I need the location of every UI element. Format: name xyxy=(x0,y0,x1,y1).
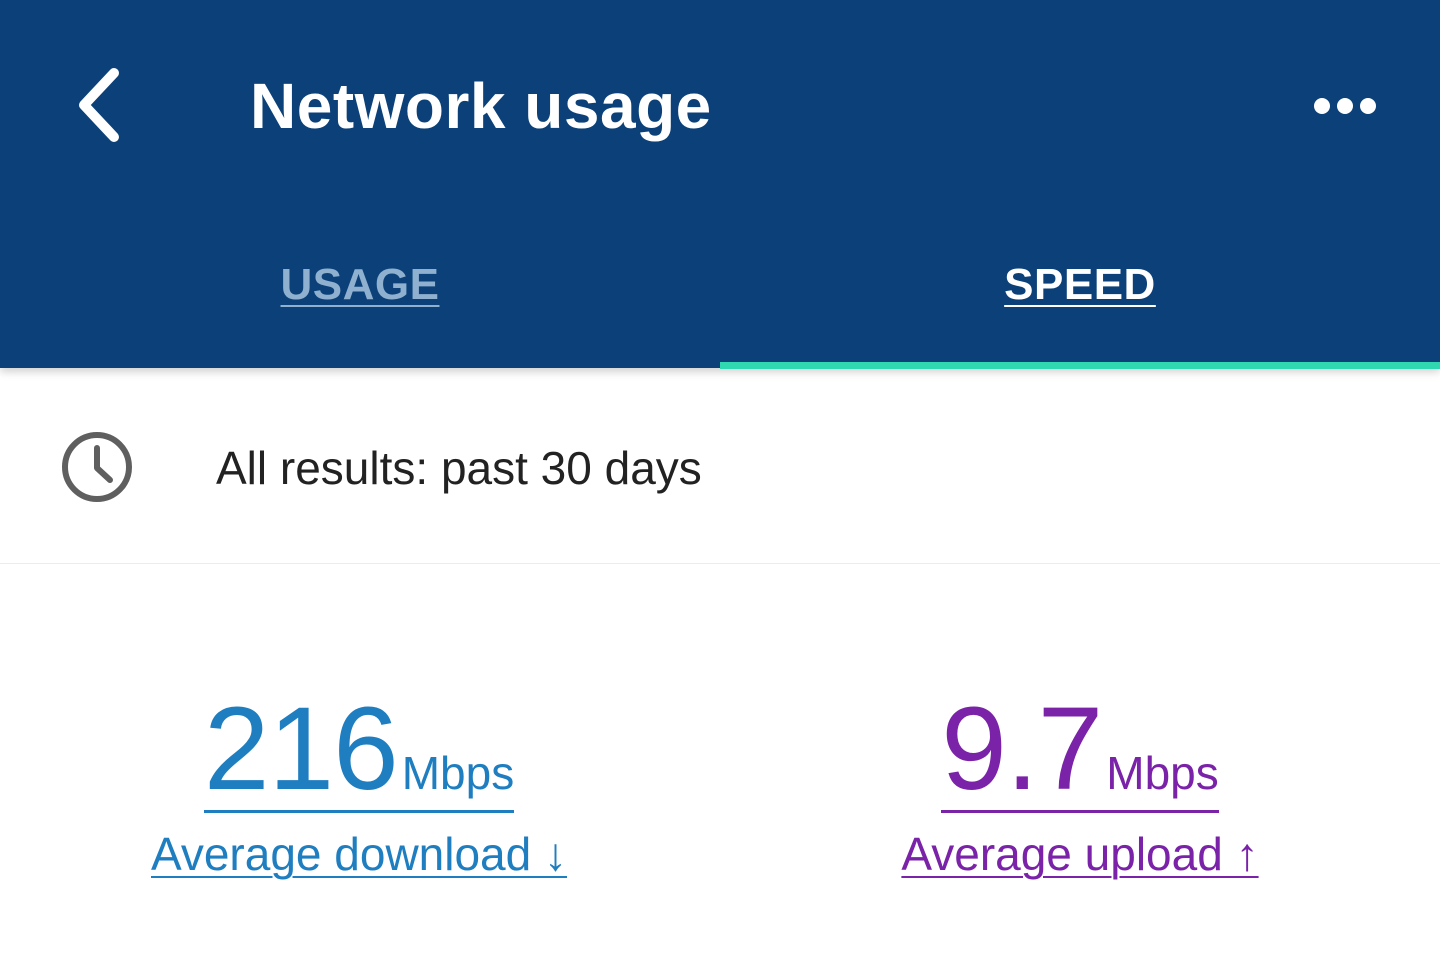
tab-speed-label: SPEED xyxy=(1004,260,1156,309)
average-upload-metric: 9.7Mbps Average upload ↑ xyxy=(720,690,1440,881)
download-unit: Mbps xyxy=(401,747,515,799)
upload-value: 9.7 xyxy=(941,683,1103,815)
upload-value-link[interactable]: 9.7Mbps xyxy=(941,690,1219,813)
average-download-link[interactable]: Average download ↓ xyxy=(151,827,567,881)
average-download-metric: 216Mbps Average download ↓ xyxy=(0,690,720,881)
tab-usage-label: USAGE xyxy=(280,260,440,309)
download-value-link[interactable]: 216Mbps xyxy=(203,690,515,813)
tab-usage[interactable]: USAGE xyxy=(0,240,720,368)
download-value: 216 xyxy=(203,683,399,815)
date-range-label: All results: past 30 days xyxy=(216,442,702,494)
app-bar: Network usage USAGE SPEED xyxy=(0,0,1440,369)
back-button[interactable] xyxy=(60,60,140,150)
average-upload-link[interactable]: Average upload ↑ xyxy=(901,827,1258,881)
page-title: Network usage xyxy=(250,70,712,142)
more-options-button[interactable] xyxy=(1300,78,1390,134)
upload-unit: Mbps xyxy=(1106,747,1219,799)
clock-icon xyxy=(62,432,132,502)
selected-tab-indicator xyxy=(720,362,1440,369)
more-horizontal-icon xyxy=(1314,98,1376,114)
chevron-left-icon xyxy=(79,68,119,142)
date-range-filter[interactable]: All results: past 30 days xyxy=(0,370,1440,564)
tab-speed[interactable]: SPEED xyxy=(720,240,1440,368)
